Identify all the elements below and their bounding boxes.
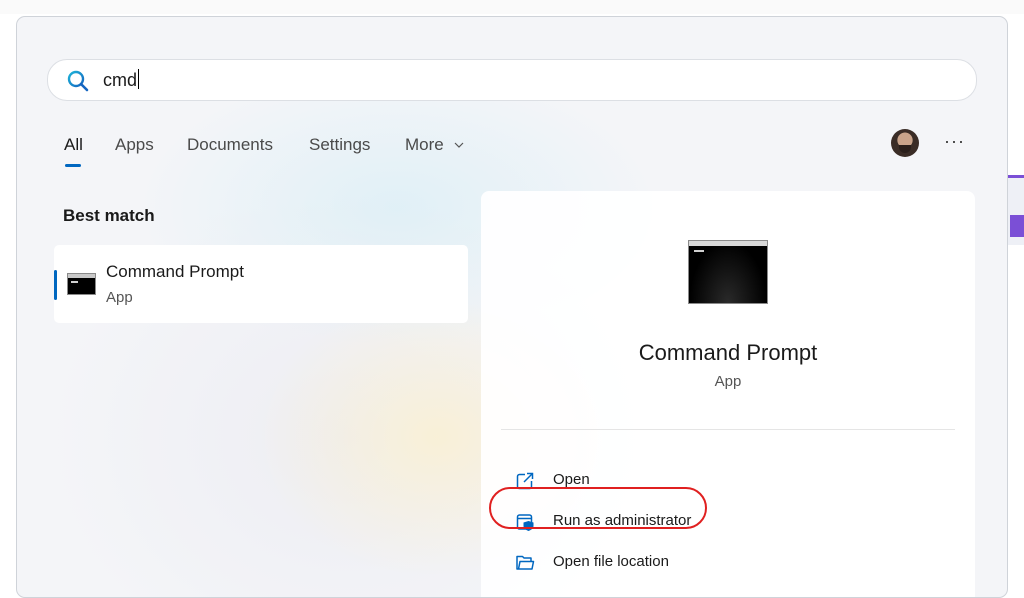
- best-match-result[interactable]: Command Prompt App: [54, 245, 468, 323]
- search-query: cmd: [103, 70, 138, 90]
- avatar[interactable]: [891, 129, 919, 157]
- action-open-file-location-label: Open file location: [553, 553, 669, 570]
- result-title: Command Prompt: [106, 262, 244, 281]
- selection-accent: [54, 270, 57, 300]
- annotation-highlight-ring: [489, 487, 707, 529]
- chevron-down-icon: [455, 142, 464, 148]
- detail-title: Command Prompt: [638, 340, 818, 365]
- detail-divider: [501, 429, 955, 430]
- search-box[interactable]: cmd: [47, 59, 977, 101]
- active-tab-indicator: [65, 164, 81, 167]
- tab-more[interactable]: More: [405, 135, 464, 155]
- avatar-beard: [899, 145, 911, 153]
- action-open-label: Open: [553, 471, 590, 488]
- action-open-file-location[interactable]: Open file location: [515, 550, 775, 576]
- best-match-heading: Best match: [63, 206, 155, 225]
- tab-settings[interactable]: Settings: [309, 135, 370, 155]
- start-search-panel: cmd All Apps Documents Settings More ···…: [16, 16, 1008, 598]
- tab-all[interactable]: All: [64, 135, 83, 167]
- tab-documents[interactable]: Documents: [187, 135, 273, 155]
- background-purple-block: [1010, 215, 1024, 237]
- tab-more-label: More: [405, 135, 444, 154]
- more-options-button[interactable]: ···: [944, 131, 965, 152]
- folder-icon: [516, 555, 535, 570]
- background-window-top: [0, 0, 1024, 14]
- tab-apps[interactable]: Apps: [115, 135, 154, 155]
- search-input[interactable]: cmd: [103, 69, 140, 91]
- result-subtitle: App: [106, 289, 133, 306]
- text-caret: [138, 69, 140, 89]
- detail-pane: Command Prompt App Open Run as administr…: [481, 191, 975, 597]
- command-prompt-large-icon: [688, 240, 768, 304]
- command-prompt-icon: [67, 273, 96, 295]
- tab-all-label: All: [64, 135, 83, 154]
- detail-subtitle: App: [714, 373, 742, 390]
- search-icon: [67, 70, 89, 92]
